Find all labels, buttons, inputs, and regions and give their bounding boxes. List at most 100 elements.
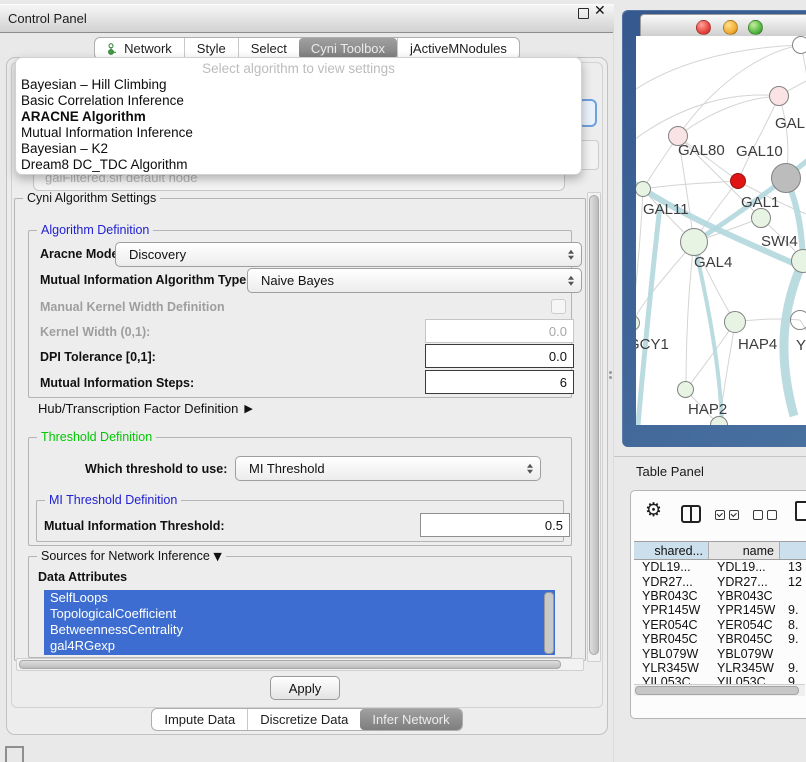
- network-canvas[interactable]: GAL GAL80 GAL10 GAL11 GAL1 SWI4 GAL4 GCY…: [636, 36, 806, 425]
- tab-jactivemnodules[interactable]: jActiveMNodules: [397, 38, 519, 59]
- node-gal[interactable]: [769, 86, 789, 106]
- tab-network[interactable]: Network: [95, 38, 184, 59]
- algorithm-option[interactable]: Bayesian – Hill Climbing: [16, 77, 581, 93]
- mi-type-select[interactable]: Naive Bayes: [247, 268, 582, 293]
- attribute-item[interactable]: gal4RGexp: [44, 638, 555, 654]
- tab-label: Impute Data: [164, 709, 235, 730]
- table-row[interactable]: YBR043C YBR043C: [634, 589, 806, 603]
- table-row[interactable]: YBL079W YBL079W: [634, 646, 806, 660]
- cell[interactable]: YDR27...: [634, 575, 709, 589]
- cell[interactable]: 9.: [780, 603, 806, 617]
- sources-toggle[interactable]: Sources for Network Inference ▼: [37, 549, 226, 563]
- cell[interactable]: YBR045C: [709, 632, 780, 646]
- cell[interactable]: 9.: [780, 632, 806, 646]
- algorithm-option[interactable]: Basic Correlation Inference: [16, 93, 581, 109]
- table-row[interactable]: YPR145W YPR145W 9.: [634, 603, 806, 617]
- splitter-handle[interactable]: [609, 371, 612, 374]
- gear-icon[interactable]: ⚙: [645, 499, 662, 521]
- algorithm-option[interactable]: Bayesian – K2: [16, 141, 581, 157]
- apply-button[interactable]: Apply: [270, 676, 340, 700]
- table-row[interactable]: YDR27... YDR27... 12: [634, 574, 806, 588]
- cell[interactable]: YBL079W: [709, 647, 780, 661]
- cell[interactable]: YBR043C: [709, 589, 780, 603]
- hub-definition-toggle[interactable]: Hub/Transcription Factor Definition ▶: [38, 401, 253, 416]
- node-y[interactable]: [790, 310, 806, 330]
- cell[interactable]: 9.: [780, 661, 806, 675]
- algorithm-option[interactable]: Dream8 DC_TDC Algorithm: [16, 157, 581, 173]
- cell[interactable]: 12: [780, 575, 806, 589]
- attributes-scrollbar[interactable]: [544, 592, 554, 654]
- node-gal4[interactable]: [680, 228, 708, 256]
- algorithm-option-selected[interactable]: ARACNE Algorithm: [16, 109, 581, 125]
- tab-impute-data[interactable]: Impute Data: [152, 709, 247, 730]
- node-gal1[interactable]: [751, 208, 771, 228]
- cell[interactable]: YPR145W: [634, 603, 709, 617]
- manual-kernel-checkbox[interactable]: [551, 299, 566, 314]
- mi-threshold-field[interactable]: 0.5: [420, 513, 570, 537]
- scrollbar-thumb[interactable]: [589, 195, 599, 655]
- cell[interactable]: YLR345W: [634, 661, 709, 675]
- mi-steps-field[interactable]: 6: [425, 370, 574, 394]
- node-hap4[interactable]: [724, 311, 746, 333]
- stepper-icon: [527, 463, 533, 474]
- table-row[interactable]: YER054C YER054C 8.: [634, 618, 806, 632]
- close-icon[interactable]: ✕: [594, 3, 606, 19]
- node-unlabeled[interactable]: [792, 36, 806, 54]
- close-traffic-light[interactable]: [696, 20, 711, 35]
- algorithm-option[interactable]: Mutual Information Inference: [16, 125, 581, 141]
- scrollbar-thumb[interactable]: [635, 686, 799, 695]
- select-all-icon[interactable]: [715, 510, 739, 520]
- table-header-row: shared... name: [634, 541, 806, 560]
- scrollbar-thumb[interactable]: [19, 660, 561, 669]
- node-label: GCY1: [636, 336, 669, 353]
- cell[interactable]: YDR27...: [709, 575, 780, 589]
- cell[interactable]: YDL19...: [634, 560, 709, 574]
- node-hap2[interactable]: [677, 381, 694, 398]
- splitter-handle[interactable]: [609, 376, 612, 379]
- cell[interactable]: YDL19...: [709, 560, 780, 574]
- deselect-all-icon[interactable]: [753, 510, 777, 520]
- group-title: Threshold Definition: [37, 430, 156, 444]
- settings-horizontal-scrollbar[interactable]: [16, 658, 584, 671]
- attribute-item[interactable]: BetweennessCentrality: [44, 622, 555, 638]
- control-panel-title: Control Panel: [8, 5, 87, 32]
- cell[interactable]: 13: [780, 560, 806, 574]
- attribute-item[interactable]: TopologicalCoefficient: [44, 606, 555, 622]
- table-row[interactable]: YDL19... YDL19... 13: [634, 560, 806, 574]
- tab-cyni-toolbox[interactable]: Cyni Toolbox: [299, 38, 397, 59]
- dock-panel-icon[interactable]: [5, 746, 24, 762]
- dpi-tolerance-field[interactable]: 0.0: [425, 344, 574, 368]
- data-attributes-list[interactable]: SelfLoops TopologicalCoefficient Between…: [44, 590, 555, 655]
- cell[interactable]: YER054C: [709, 618, 780, 632]
- node-red[interactable]: [730, 173, 746, 189]
- minimize-traffic-light[interactable]: [723, 20, 738, 35]
- zoom-traffic-light[interactable]: [748, 20, 763, 35]
- tab-infer-network[interactable]: Infer Network: [360, 709, 461, 730]
- table-row[interactable]: YLR345W YLR345W 9.: [634, 661, 806, 675]
- aracne-mode-select[interactable]: Discovery: [115, 242, 582, 267]
- cell[interactable]: YLR345W: [709, 661, 780, 675]
- cell[interactable]: YER054C: [634, 618, 709, 632]
- cell[interactable]: YBR045C: [634, 632, 709, 646]
- kernel-width-field[interactable]: 0.0: [425, 319, 574, 343]
- cell[interactable]: YBL079W: [634, 647, 709, 661]
- settings-vertical-scrollbar[interactable]: [587, 192, 601, 662]
- dpi-tolerance-value: 0.0: [549, 349, 567, 364]
- table-horizontal-scrollbar[interactable]: [634, 684, 805, 696]
- export-table-icon[interactable]: [795, 501, 806, 521]
- node-gal10[interactable]: [771, 163, 801, 193]
- which-threshold-select[interactable]: MI Threshold: [235, 456, 541, 481]
- tab-discretize-data[interactable]: Discretize Data: [247, 709, 360, 730]
- column-header-partial[interactable]: [780, 541, 806, 560]
- cell[interactable]: 8.: [780, 618, 806, 632]
- column-header-shared-name[interactable]: shared...: [634, 541, 709, 560]
- tab-select[interactable]: Select: [238, 38, 299, 59]
- tab-style[interactable]: Style: [184, 38, 238, 59]
- cell[interactable]: YBR043C: [634, 589, 709, 603]
- cell[interactable]: YPR145W: [709, 603, 780, 617]
- column-header-name[interactable]: name: [709, 541, 780, 560]
- table-row[interactable]: YBR045C YBR045C 9.: [634, 632, 806, 646]
- columns-icon[interactable]: [681, 505, 701, 523]
- float-window-icon[interactable]: [578, 8, 589, 19]
- attribute-item[interactable]: SelfLoops: [44, 590, 555, 606]
